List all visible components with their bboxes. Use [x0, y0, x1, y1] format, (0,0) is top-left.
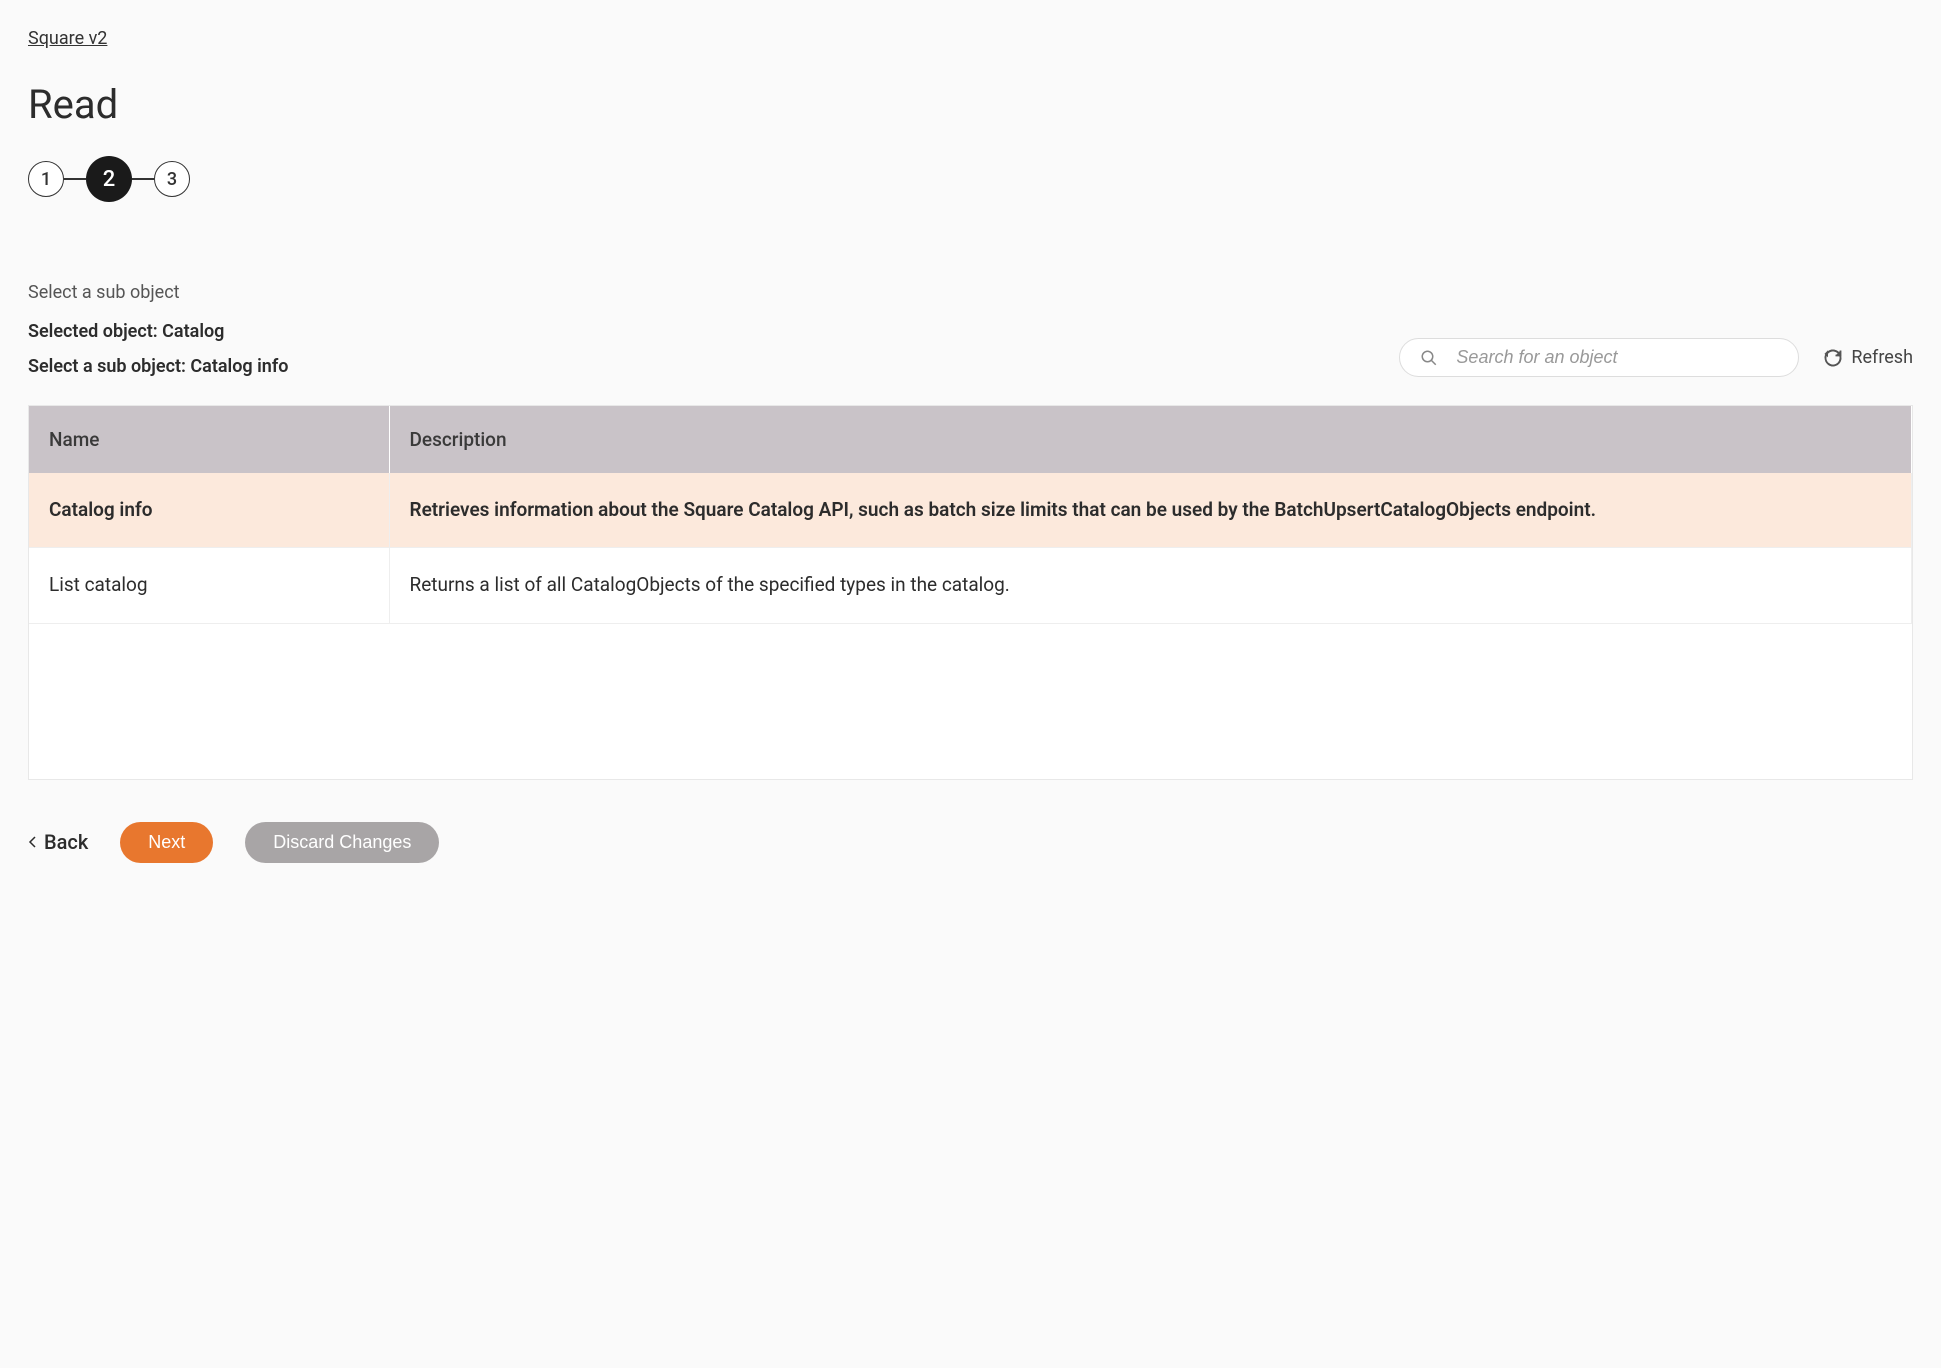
cell-name: List catalog	[29, 548, 389, 623]
column-header-description: Description	[389, 406, 1912, 473]
table-row[interactable]: Catalog info Retrieves information about…	[29, 473, 1912, 548]
search-box[interactable]	[1399, 338, 1799, 377]
step-1[interactable]: 1	[28, 161, 64, 197]
step-3[interactable]: 3	[154, 161, 190, 197]
search-input[interactable]	[1456, 347, 1778, 368]
selected-object-text: Selected object: Catalog	[28, 321, 288, 342]
table-empty-space	[29, 624, 1912, 779]
refresh-label: Refresh	[1851, 347, 1913, 368]
back-button[interactable]: Back	[28, 830, 88, 854]
search-icon	[1420, 349, 1438, 367]
step-2[interactable]: 2	[86, 156, 132, 202]
next-button[interactable]: Next	[120, 822, 213, 863]
table-row[interactable]: List catalog Returns a list of all Catal…	[29, 548, 1912, 623]
breadcrumb-link[interactable]: Square v2	[28, 28, 107, 49]
step-connector	[64, 178, 86, 180]
column-header-name: Name	[29, 406, 389, 473]
footer-actions: Back Next Discard Changes	[28, 822, 1913, 863]
discard-button[interactable]: Discard Changes	[245, 822, 439, 863]
step-connector	[132, 178, 154, 180]
object-table: Name Description Catalog info Retrieves …	[28, 405, 1913, 780]
select-sub-object-text: Select a sub object: Catalog info	[28, 356, 288, 377]
refresh-button[interactable]: Refresh	[1823, 347, 1913, 368]
refresh-icon	[1823, 348, 1843, 368]
cell-name: Catalog info	[29, 473, 389, 548]
cell-description: Returns a list of all CatalogObjects of …	[389, 548, 1912, 623]
stepper: 1 2 3	[28, 156, 1913, 202]
sub-object-label: Select a sub object	[28, 282, 1913, 303]
chevron-left-icon	[28, 835, 38, 849]
back-label: Back	[44, 830, 88, 854]
page-title: Read	[28, 81, 1913, 128]
cell-description: Retrieves information about the Square C…	[389, 473, 1912, 548]
